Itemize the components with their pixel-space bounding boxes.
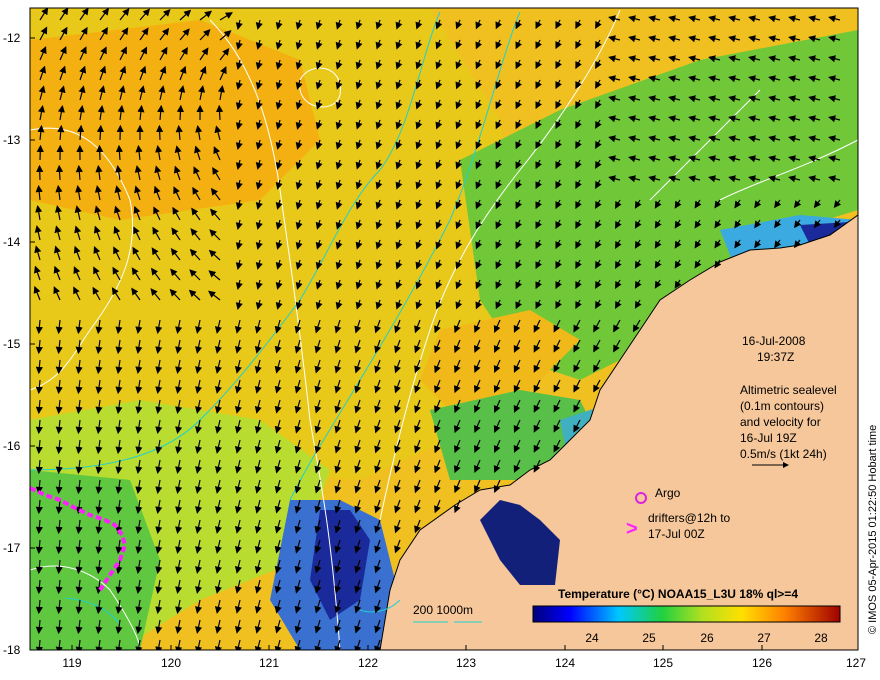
lat-tick-label: -14 — [3, 235, 21, 249]
argo-label: Argo — [655, 486, 681, 500]
velocity-arrow — [215, 104, 224, 121]
lon-tick-label: 120 — [161, 656, 181, 670]
lat-tick-labels: -12 -13 -14 -15 -16 -17 -18 — [3, 31, 21, 657]
lon-tick-label: 127 — [846, 656, 866, 670]
colorbar-gradient — [532, 605, 841, 623]
velocity-arrow — [96, 144, 104, 161]
altimetry-line: (0.1m contours) — [740, 399, 824, 413]
lat-tick-label: -17 — [3, 541, 21, 555]
lat-tick-label: -13 — [3, 133, 21, 147]
altimetry-line: Altimetric sealevel — [740, 383, 837, 397]
drifters-line: drifters@12h to — [648, 511, 731, 525]
credit-label: © IMOS 05-Apr-2015 01:22:50 Hobart time — [867, 425, 879, 634]
lon-tick-label: 121 — [259, 656, 279, 670]
lat-tick-label: -16 — [3, 439, 21, 453]
colorbar-tick-label: 28 — [814, 631, 828, 645]
lon-tick-label: 124 — [555, 656, 575, 670]
velocity-arrow — [176, 104, 185, 121]
lat-tick-label: -15 — [3, 337, 21, 351]
time-label: 19:37Z — [757, 350, 794, 364]
lon-tick-label: 125 — [653, 656, 673, 670]
velocity-arrow — [96, 124, 105, 141]
colorbar-tick-label: 24 — [585, 631, 599, 645]
altimetry-line: 0.5m/s (1kt 24h) — [740, 447, 827, 461]
map-plot-area — [30, 8, 858, 650]
velocity-arrow — [156, 124, 164, 141]
date-label: 16-Jul-2008 — [742, 334, 806, 348]
lon-tick-label: 122 — [358, 656, 378, 670]
isobath-legend-label: 200 1000m — [413, 603, 473, 617]
velocity-arrow — [36, 144, 44, 161]
sst-map-figure: 119 120 121 122 123 124 125 126 127 -12 … — [3, 7, 879, 670]
lon-tick-label: 126 — [752, 656, 772, 670]
lon-tick-label: 119 — [62, 656, 81, 670]
altimetry-line: and velocity for — [740, 415, 821, 429]
velocity-arrow — [55, 164, 64, 181]
lat-tick-label: -12 — [3, 31, 21, 45]
drifters-line: 17-Jul 00Z — [648, 527, 705, 541]
drifter-marker-icon: > — [626, 518, 638, 540]
colorbar-tick-label: 25 — [642, 631, 656, 645]
colorbar-tick-label: 26 — [700, 631, 714, 645]
lon-tick-label: 123 — [456, 656, 476, 670]
altimetry-line: 16-Jul 19Z — [740, 431, 797, 445]
lon-tick-labels: 119 120 121 122 123 124 125 126 127 — [62, 656, 866, 670]
lat-tick-label: -18 — [3, 643, 21, 657]
velocity-arrow — [36, 164, 44, 181]
colorbar-tick-label: 27 — [757, 631, 771, 645]
colorbar-title: Temperature (°C) NOAA15_L3U 18% ql>=4 — [558, 587, 798, 601]
